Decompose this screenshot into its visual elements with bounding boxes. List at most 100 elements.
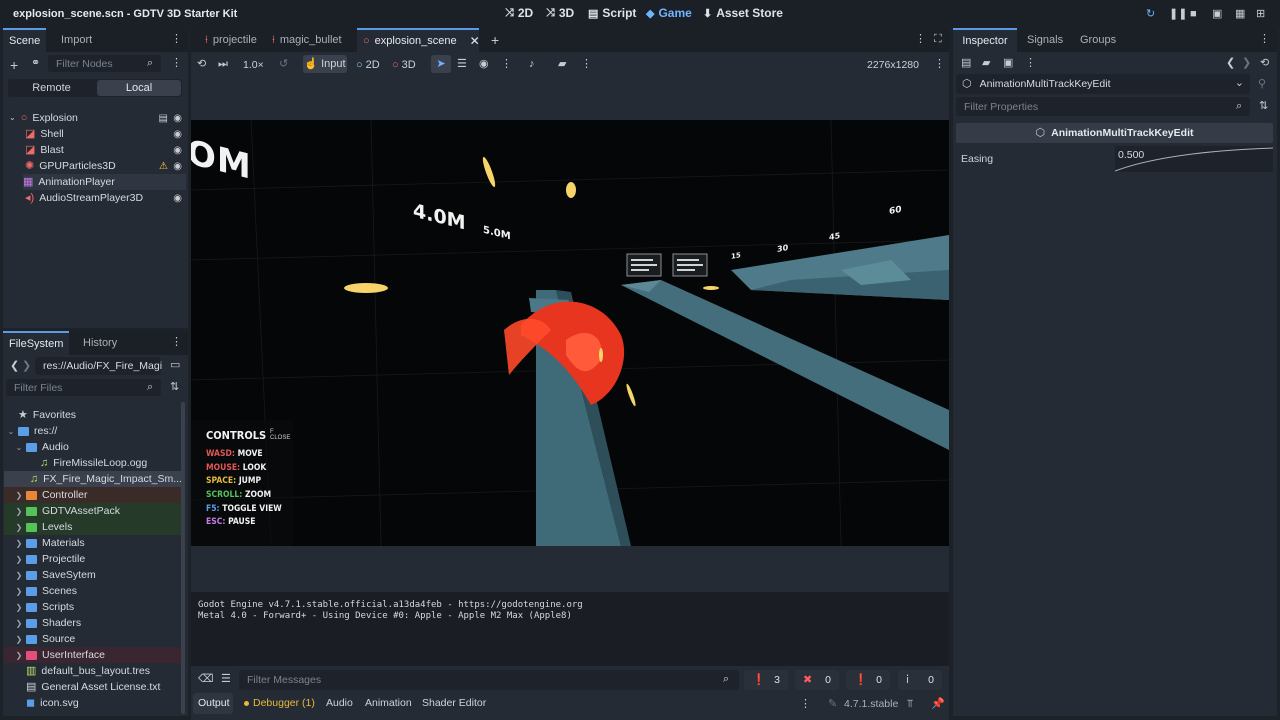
- reset-speed-icon[interactable]: ↺: [279, 59, 288, 70]
- tab-magic-bullet[interactable]: ⟊ magic_bullet: [266, 28, 348, 52]
- scene-node-explosion[interactable]: ⌄ ○ Explosion: [9, 110, 78, 126]
- tab-signals[interactable]: Signals: [1021, 28, 1069, 52]
- pause-icon[interactable]: ❚❚: [1169, 9, 1187, 20]
- file-item[interactable]: ❯ SaveSytem: [4, 567, 182, 583]
- scene-node-audiostreamplayer3d[interactable]: ◂) AudioStreamPlayer3D: [25, 190, 143, 206]
- bottom-panel-toggle-icon[interactable]: ⫪: [907, 699, 913, 710]
- options-icon[interactable]: ⋮: [171, 58, 182, 69]
- scene-node-blast[interactable]: ◪ Blast: [25, 142, 64, 158]
- open-folder-icon[interactable]: ▰: [982, 58, 990, 69]
- new-tab-icon[interactable]: +: [491, 33, 499, 47]
- filter-files-input[interactable]: Filter Files: [6, 379, 161, 396]
- file-item[interactable]: ❯ Projectile: [4, 551, 182, 567]
- remote-button[interactable]: Remote: [8, 79, 95, 97]
- visibility-eye-icon[interactable]: ◉: [173, 161, 182, 172]
- chevron-right-icon[interactable]: ❯: [12, 491, 26, 500]
- file-item[interactable]: ❯ Controller: [4, 487, 182, 503]
- filter-messages-input[interactable]: Filter Messages: [239, 670, 739, 690]
- speed-selector[interactable]: 1.0×: [243, 59, 264, 71]
- workspace-3d-button[interactable]: ⤨ 3D: [546, 6, 574, 20]
- tab-audio[interactable]: Audio: [326, 697, 353, 709]
- filter-nodes-input[interactable]: Filter Nodes: [48, 55, 161, 72]
- next-frame-icon[interactable]: ⏭: [218, 59, 228, 70]
- file-item[interactable]: ❯ UserInterface: [4, 647, 182, 663]
- chevron-right-icon[interactable]: ❯: [12, 539, 26, 548]
- menu-dots-icon[interactable]: ⋮: [934, 59, 945, 70]
- chevron-right-icon[interactable]: ❯: [12, 619, 26, 628]
- tab-history[interactable]: History: [77, 331, 123, 355]
- filesystem-scrollbar[interactable]: [181, 402, 185, 714]
- tab-import[interactable]: Import: [55, 28, 98, 52]
- reload-icon[interactable]: ↻: [1146, 9, 1155, 20]
- menu-dots-icon[interactable]: ⋮: [171, 337, 182, 348]
- link-icon[interactable]: ⚭: [31, 58, 40, 69]
- chevron-right-icon[interactable]: ❯: [12, 635, 26, 644]
- chevron-right-icon[interactable]: ❯: [12, 571, 26, 580]
- file-item[interactable]: ♫ FX_Fire_Magic_Impact_Sm...: [4, 471, 182, 487]
- script-icon[interactable]: ▤: [159, 113, 168, 124]
- file-item[interactable]: ❯ Shaders: [4, 615, 182, 631]
- path-field[interactable]: res://Audio/FX_Fire_Magi: [35, 357, 162, 375]
- tab-filesystem[interactable]: FileSystem: [3, 331, 70, 355]
- file-item[interactable]: ▤ General Asset License.txt: [4, 679, 182, 695]
- chevron-down-icon[interactable]: ⌄: [12, 443, 26, 452]
- distraction-free-icon[interactable]: ⛶: [934, 34, 942, 45]
- select-mode-button[interactable]: ➤: [431, 55, 451, 73]
- visibility-eye-icon[interactable]: ◉: [173, 129, 182, 140]
- file-item[interactable]: ❯ Scripts: [4, 599, 182, 615]
- visibility-eye-icon[interactable]: ◉: [173, 145, 182, 156]
- speaker-icon[interactable]: ♪: [529, 59, 535, 70]
- workspace-script-button[interactable]: ▤ Script: [588, 6, 636, 20]
- local-button[interactable]: Local: [97, 80, 181, 96]
- menu-dots-icon[interactable]: ⋮: [915, 34, 926, 45]
- tab-shader-editor[interactable]: Shader Editor: [422, 697, 486, 709]
- chevron-right-icon[interactable]: ❯: [12, 651, 26, 660]
- file-item[interactable]: ▥ default_bus_layout.tres: [4, 663, 182, 679]
- new-resource-icon[interactable]: ▤: [961, 58, 971, 69]
- scene-node-shell[interactable]: ◪ Shell: [25, 126, 64, 142]
- file-item[interactable]: ❯ GDTVAssetPack: [4, 503, 182, 519]
- error-count-badge[interactable]: ✖ 0: [795, 670, 839, 690]
- controls-close-hint[interactable]: F CLOSE: [270, 429, 293, 441]
- embed-icon[interactable]: ⟲: [197, 59, 206, 70]
- list-select-icon[interactable]: ☰: [457, 59, 467, 70]
- easing-curve-editor[interactable]: 0.500: [1115, 146, 1273, 172]
- file-item[interactable]: ♫ FireMissileLoop.ogg: [4, 455, 182, 471]
- file-item[interactable]: ◼ icon.svg: [4, 695, 182, 711]
- workspace-game-button[interactable]: ◆ Game: [646, 6, 692, 20]
- property-options-icon[interactable]: ⇅: [1259, 101, 1268, 112]
- add-node-icon[interactable]: +: [10, 58, 18, 72]
- object-options-icon[interactable]: ⚲: [1258, 79, 1266, 90]
- back-arrow-icon[interactable]: ❮: [10, 361, 19, 372]
- menu-dots-icon[interactable]: ⋮: [581, 59, 592, 70]
- save-icon[interactable]: ▣: [1003, 58, 1013, 69]
- tab-scene[interactable]: Scene: [3, 28, 47, 52]
- menu-dots-icon[interactable]: ⋮: [1025, 58, 1036, 69]
- file-item[interactable]: ❯ Source: [4, 631, 182, 647]
- mode-2d-button[interactable]: ○ 2D: [356, 59, 380, 71]
- chevron-right-icon[interactable]: ❯: [12, 587, 26, 596]
- chevron-down-icon[interactable]: ⌄: [9, 114, 16, 122]
- favorites-item[interactable]: ★ Favorites: [4, 407, 182, 423]
- visibility-eye-icon[interactable]: ◉: [173, 193, 182, 204]
- visibility-eye-icon[interactable]: ◉: [173, 113, 182, 124]
- split-view-icon[interactable]: ▭: [170, 360, 180, 371]
- file-item[interactable]: ⌄ Audio: [4, 439, 182, 455]
- message-count-badge[interactable]: ❗ 3: [744, 670, 788, 690]
- tab-explosion-scene[interactable]: ○ explosion_scene ✕: [357, 28, 480, 52]
- mode-3d-button[interactable]: ○ 3D: [392, 59, 416, 71]
- res-root-item[interactable]: ⌄ res://: [4, 423, 182, 439]
- movie-maker-icon[interactable]: ⊞: [1256, 9, 1265, 20]
- tab-output[interactable]: Output: [198, 697, 230, 709]
- menu-dots-icon[interactable]: ⋮: [501, 59, 512, 70]
- history-icon[interactable]: ⟲: [1260, 58, 1269, 69]
- history-back-icon[interactable]: ❮: [1226, 58, 1235, 69]
- tab-inspector[interactable]: Inspector: [953, 28, 1017, 52]
- info-count-badge[interactable]: ⅰ0: [898, 670, 942, 690]
- close-icon[interactable]: ✕: [470, 35, 480, 47]
- file-item[interactable]: ❯ Levels: [4, 519, 182, 535]
- chevron-right-icon[interactable]: ❯: [12, 507, 26, 516]
- stop-icon[interactable]: ■: [1190, 9, 1197, 20]
- sort-icon[interactable]: ⇅: [170, 382, 179, 393]
- tab-groups[interactable]: Groups: [1074, 28, 1122, 52]
